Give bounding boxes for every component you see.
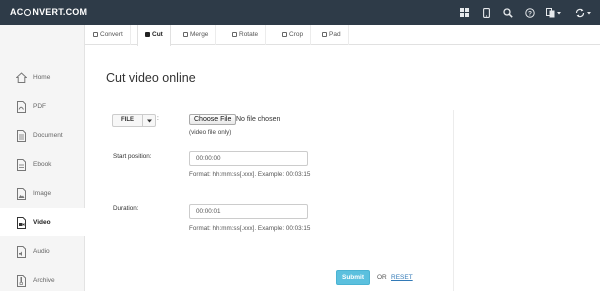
logo-text-right: NVERT.COM bbox=[32, 7, 88, 17]
file-source-dropdown[interactable]: FILE bbox=[112, 114, 156, 127]
grid-icon[interactable] bbox=[456, 0, 472, 25]
logo-text-left: AC bbox=[10, 7, 24, 17]
page-title: Cut video online bbox=[106, 71, 196, 85]
sidebar-item-document[interactable]: Document bbox=[0, 121, 85, 149]
image-icon bbox=[16, 187, 27, 200]
sidebar-item-label: Ebook bbox=[33, 160, 52, 168]
help-icon[interactable]: ? bbox=[522, 0, 538, 25]
duration-format-hint: Format: hh:mm:ss[.xxx]. Example: 00:03:1… bbox=[189, 225, 311, 232]
tab-checkbox-icon bbox=[232, 31, 237, 37]
sidebar-item-image[interactable]: Image bbox=[0, 179, 85, 207]
sidebar-item-pdf[interactable]: PDF bbox=[0, 92, 85, 120]
duration-input[interactable] bbox=[189, 204, 308, 219]
file-colon: : bbox=[157, 115, 159, 122]
submit-button[interactable]: Submit bbox=[336, 270, 370, 285]
search-icon[interactable] bbox=[500, 0, 516, 25]
sidebar-item-ebook[interactable]: Ebook bbox=[0, 150, 85, 178]
sidebar-item-video[interactable]: Video bbox=[0, 208, 86, 236]
mobile-icon[interactable] bbox=[478, 0, 494, 25]
tab-pad[interactable]: Pad bbox=[315, 25, 349, 45]
tool-tabs: Convert Cut Merge Rotate Crop Pad bbox=[85, 25, 600, 46]
sidebar-item-label: Audio bbox=[33, 247, 50, 255]
file-source-label: FILE bbox=[113, 115, 143, 126]
tab-rotate[interactable]: Rotate bbox=[225, 25, 267, 45]
tab-label: Crop bbox=[289, 31, 304, 38]
sidebar-item-label: Document bbox=[33, 131, 63, 139]
tab-convert[interactable]: Convert bbox=[86, 25, 131, 45]
content-divider bbox=[453, 110, 454, 291]
video-only-hint: (video file only) bbox=[189, 129, 232, 136]
ebook-icon bbox=[16, 158, 27, 171]
video-icon bbox=[16, 216, 27, 229]
logo-o-icon bbox=[24, 8, 32, 16]
choose-file-button[interactable]: Choose File bbox=[189, 114, 237, 125]
tab-label: Rotate bbox=[239, 31, 259, 38]
tab-label: Convert bbox=[100, 31, 123, 38]
document-icon bbox=[16, 129, 27, 142]
sidebar-item-label: Archive bbox=[33, 276, 55, 284]
start-position-label: Start position: bbox=[113, 153, 152, 160]
sidebar-item-archive[interactable]: Archive bbox=[0, 266, 85, 291]
sidebar-item-label: PDF bbox=[33, 102, 46, 110]
sync-icon[interactable] bbox=[571, 0, 595, 25]
sidebar: Home PDF Document Ebook Image Video Audi… bbox=[0, 25, 86, 291]
tab-checkbox-icon bbox=[183, 31, 188, 37]
no-file-text: No file chosen bbox=[236, 116, 281, 123]
sidebar-item-audio[interactable]: Audio bbox=[0, 237, 85, 265]
tab-label: Pad bbox=[329, 31, 341, 38]
or-separator: OR bbox=[377, 274, 387, 281]
tab-label: Cut bbox=[152, 31, 163, 38]
tab-checkbox-icon bbox=[145, 31, 150, 37]
duration-label: Duration: bbox=[113, 205, 139, 212]
tab-checkbox-icon bbox=[322, 31, 327, 37]
archive-icon bbox=[16, 274, 27, 287]
reset-link[interactable]: RESET bbox=[391, 274, 413, 281]
start-format-hint: Format: hh:mm:ss[.xxx]. Example: 00:03:1… bbox=[189, 171, 311, 178]
sidebar-item-label: Video bbox=[33, 218, 51, 226]
top-navbar: AC NVERT.COM ? bbox=[0, 0, 600, 25]
tab-checkbox-icon bbox=[93, 31, 98, 37]
audio-icon bbox=[16, 245, 27, 258]
caret-down-icon bbox=[143, 115, 155, 126]
pdf-icon bbox=[16, 100, 27, 113]
tab-cut[interactable]: Cut bbox=[137, 25, 171, 46]
tab-crop[interactable]: Crop bbox=[275, 25, 312, 45]
tab-label: Merge bbox=[190, 31, 209, 38]
sidebar-item-label: Home bbox=[33, 73, 51, 81]
home-icon bbox=[15, 71, 28, 83]
tab-checkbox-icon bbox=[282, 31, 287, 37]
language-icon[interactable] bbox=[543, 0, 565, 25]
sidebar-item-label: Image bbox=[33, 189, 52, 197]
tab-merge[interactable]: Merge bbox=[176, 25, 217, 45]
active-pointer bbox=[80, 216, 86, 228]
start-position-input[interactable] bbox=[189, 151, 308, 166]
sidebar-item-home[interactable]: Home bbox=[0, 63, 85, 91]
site-logo[interactable]: AC NVERT.COM bbox=[10, 7, 87, 17]
svg-text:?: ? bbox=[528, 10, 532, 17]
